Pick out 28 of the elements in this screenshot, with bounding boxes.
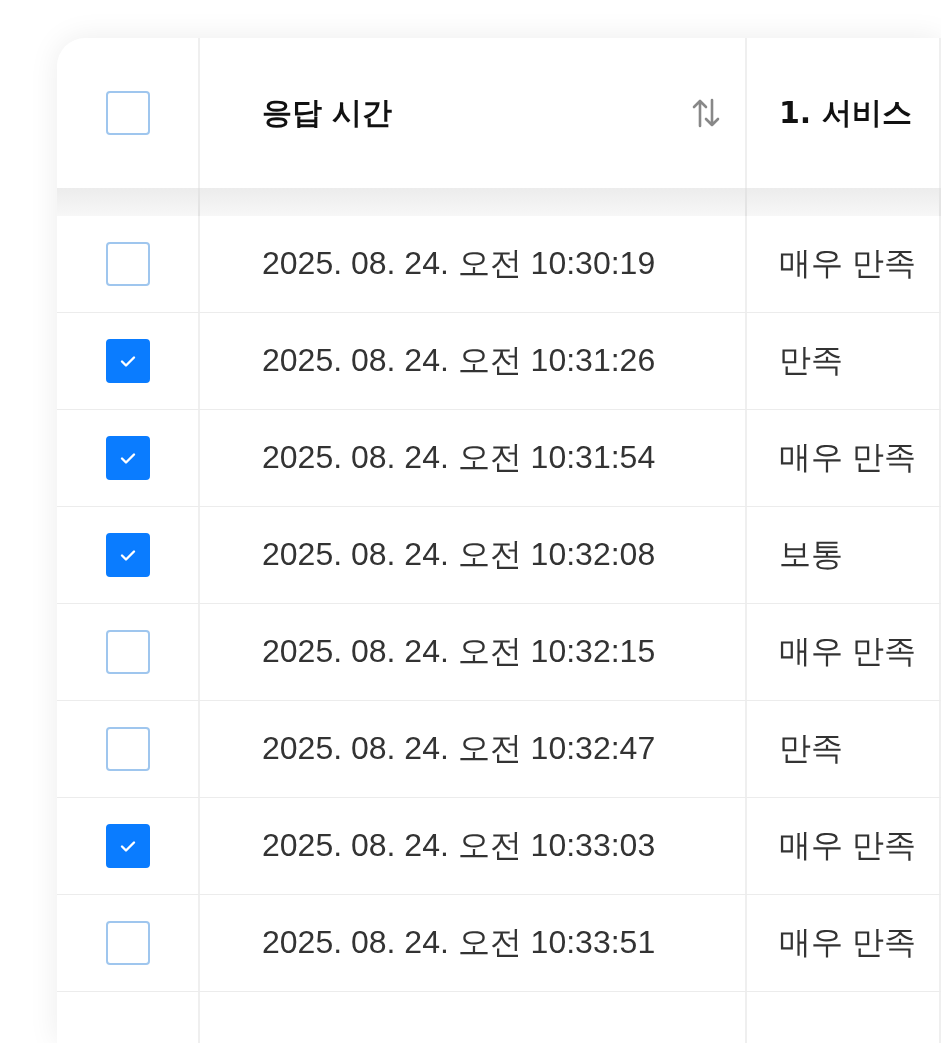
row-checkbox[interactable] [105,921,150,965]
response-time: 2025. 08. 24. 오전 10:31:54 [262,438,656,477]
row-checkbox[interactable] [105,630,150,674]
response-time: 2025. 08. 24. 오전 10:33:51 [262,923,656,962]
answer-text: 매우 만족 [779,438,916,477]
response-time: 2025. 08. 24. 오전 10:32:08 [262,535,656,574]
answer-text: 매우 만족 [779,923,916,962]
answer-text: 만족 [779,341,843,380]
row-checkbox[interactable] [105,436,150,480]
row-checkbox[interactable] [105,824,150,868]
row-checkbox[interactable] [105,533,150,577]
response-time: 2025. 08. 24. 오전 10:32:47 [262,729,656,768]
row-checkbox[interactable] [105,242,150,286]
select-all-checkbox[interactable] [105,91,150,135]
answer-text: 매우 만족 [779,632,916,671]
answer-text: 만족 [779,729,843,768]
answer-text: 보통 [779,535,843,574]
response-time: 2025. 08. 24. 오전 10:30:19 [262,244,656,283]
row-checkbox[interactable] [105,339,150,383]
response-time: 2025. 08. 24. 오전 10:33:03 [262,826,656,865]
column-header: 1. 서비스 [779,93,912,132]
answer-text: 매우 만족 [779,244,916,283]
column-header: 응답 시간 [262,93,393,132]
answer-text: 매우 만족 [779,826,916,865]
response-time: 2025. 08. 24. 오전 10:32:15 [262,632,656,671]
sort-icon[interactable] [691,97,721,129]
response-time: 2025. 08. 24. 오전 10:31:26 [262,341,656,380]
row-checkbox[interactable] [105,727,150,771]
